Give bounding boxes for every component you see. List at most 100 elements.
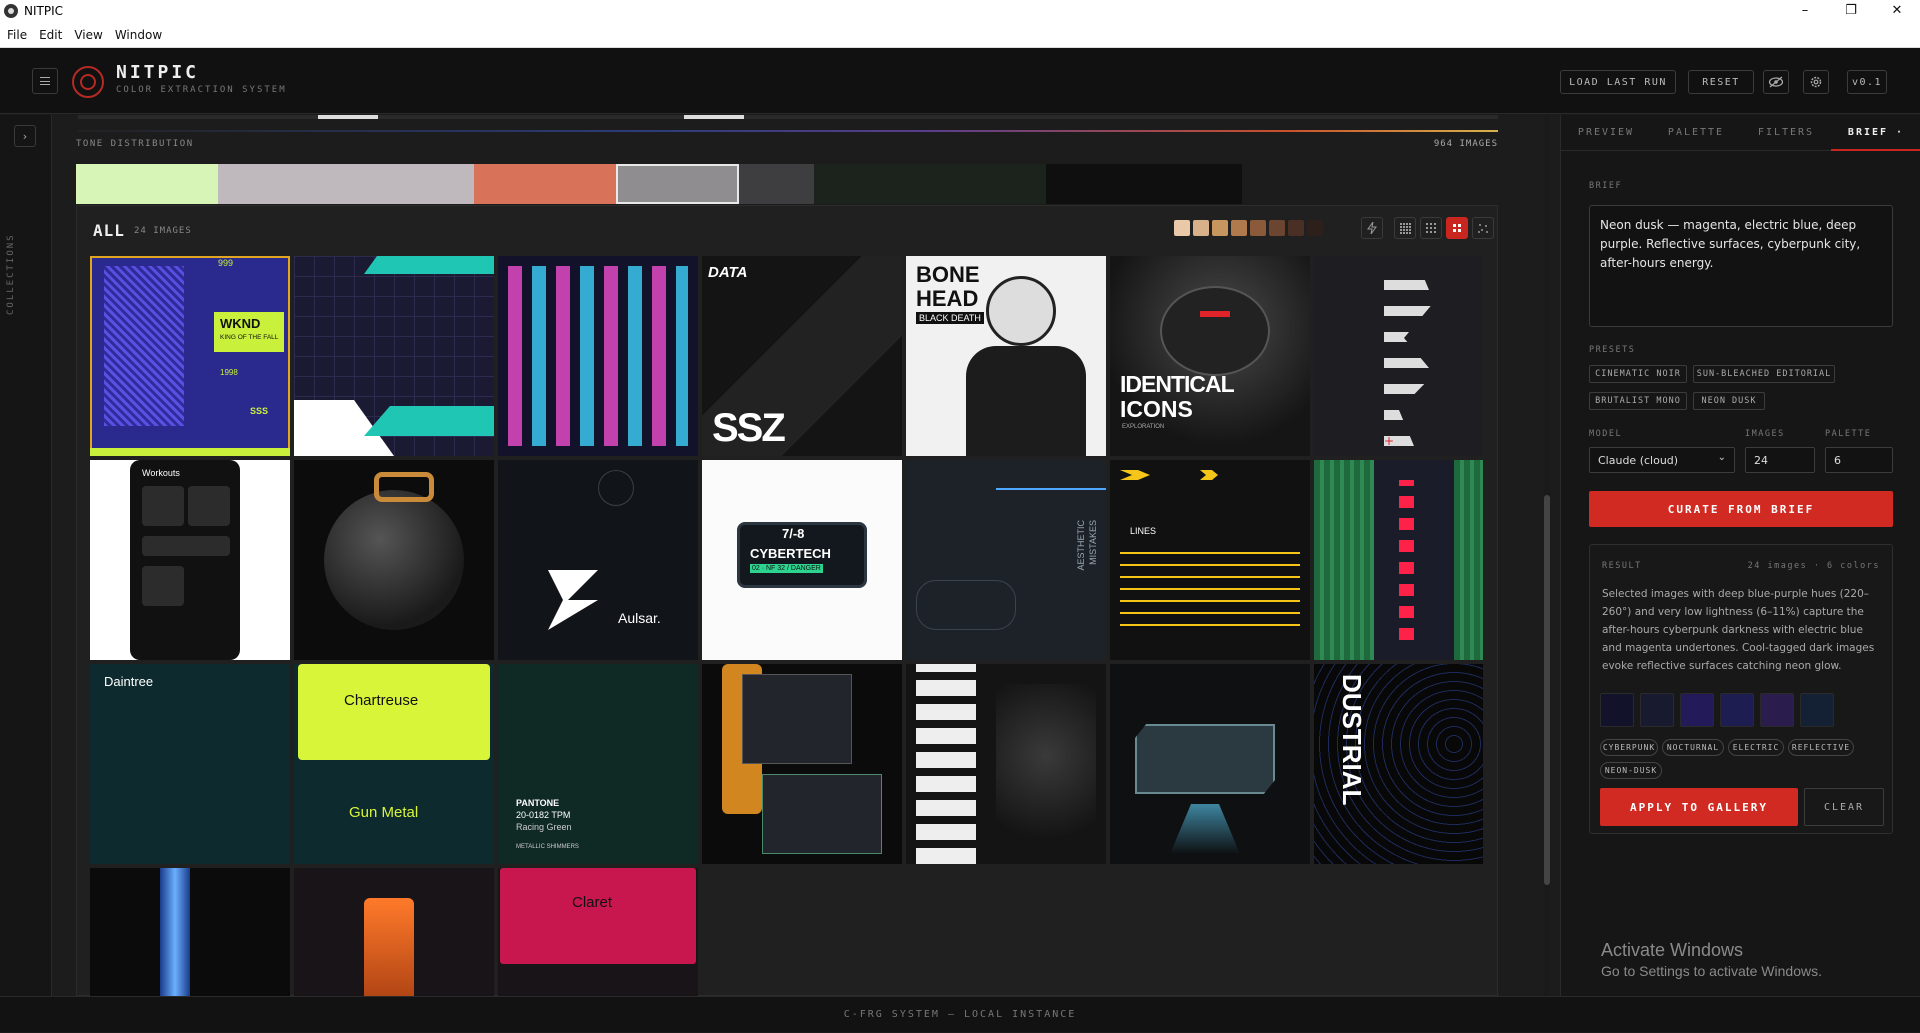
- eye-off-icon[interactable]: [1763, 70, 1789, 94]
- gallery-tile[interactable]: [906, 664, 1106, 864]
- color-swatch[interactable]: [1193, 220, 1209, 236]
- preset-neon-dusk[interactable]: NEON DUSK: [1693, 392, 1765, 410]
- menu-window[interactable]: Window: [115, 28, 162, 42]
- tone-segment[interactable]: [1045, 164, 1242, 204]
- tone-segment[interactable]: [813, 164, 1046, 204]
- tile-text: PANTONE: [516, 798, 560, 808]
- tag-electric[interactable]: ELECTRIC: [1728, 739, 1784, 756]
- reset-button[interactable]: RESET: [1688, 70, 1754, 94]
- preset-cinematic-noir[interactable]: CINEMATIC NOIR: [1589, 365, 1687, 383]
- tile-text: BONE: [916, 262, 980, 287]
- gallery-tile[interactable]: DUSTRIAL: [1314, 664, 1483, 864]
- gallery-tile[interactable]: [294, 460, 494, 660]
- gallery-tile[interactable]: IDENTICAL ICONS EXPLORATION: [1110, 256, 1310, 456]
- tone-segment[interactable]: [218, 164, 475, 204]
- gallery-tile[interactable]: [498, 256, 698, 456]
- collections-label[interactable]: COLLECTIONS: [6, 233, 16, 315]
- expand-rail-button[interactable]: ›: [14, 125, 36, 147]
- preset-sun-bleached-editorial[interactable]: SUN-BLEACHED EDITORIAL: [1693, 365, 1835, 383]
- tab-filters[interactable]: FILTERS: [1741, 115, 1831, 151]
- gallery-tile[interactable]: Chartreuse Gun Metal: [294, 664, 494, 864]
- gallery-tile[interactable]: Daintree: [90, 664, 290, 864]
- result-color-swatch[interactable]: [1600, 693, 1634, 727]
- clear-button[interactable]: CLEAR: [1804, 788, 1884, 826]
- gallery-tile[interactable]: [702, 664, 902, 864]
- presets-label: PRESETS: [1589, 345, 1636, 355]
- tile-text: Racing Green: [516, 822, 572, 832]
- gallery-tile[interactable]: [1314, 460, 1483, 660]
- model-select[interactable]: Claude (cloud) ⌄: [1589, 447, 1735, 473]
- gallery-tile[interactable]: +: [1314, 256, 1483, 456]
- apply-to-gallery-button[interactable]: APPLY TO GALLERY: [1600, 788, 1798, 826]
- gallery-tile[interactable]: Workouts: [90, 460, 290, 660]
- result-color-swatch[interactable]: [1680, 693, 1714, 727]
- tone-segment[interactable]: [738, 164, 814, 204]
- result-color-swatch[interactable]: [1800, 693, 1834, 727]
- gallery-panel: ALL 24 IMAGES 999 WKND KING OF THE FALL: [76, 205, 1498, 996]
- color-swatch[interactable]: [1269, 220, 1285, 236]
- tag-reflective[interactable]: REFLECTIVE: [1788, 739, 1854, 756]
- brief-textarea[interactable]: Neon dusk — magenta, electric blue, deep…: [1589, 205, 1893, 327]
- tone-segment[interactable]: [474, 164, 617, 204]
- curate-from-brief-button[interactable]: CURATE FROM BRIEF: [1589, 491, 1893, 527]
- color-swatch[interactable]: [1288, 220, 1304, 236]
- result-color-swatch[interactable]: [1720, 693, 1754, 727]
- gallery-tile[interactable]: LINES: [1110, 460, 1310, 660]
- gallery-tile[interactable]: [1110, 664, 1310, 864]
- tone-segment[interactable]: [616, 164, 739, 204]
- gallery-tile[interactable]: [294, 868, 494, 996]
- gallery-tile[interactable]: 7/-8 CYBERTECH 02 · NF 32 / DANGER: [702, 460, 902, 660]
- menubar: File Edit View Window: [0, 22, 1920, 48]
- menu-edit[interactable]: Edit: [39, 28, 62, 42]
- gear-icon[interactable]: [1803, 70, 1829, 94]
- gallery-tile[interactable]: PANTONE 20-0182 TPM Racing Green METALLI…: [498, 664, 698, 864]
- bolt-icon[interactable]: [1361, 217, 1383, 239]
- tile-text: WKND: [220, 316, 261, 331]
- gallery-tile[interactable]: AESTHETIC MISTAKES: [906, 460, 1106, 660]
- status-footer: C-FRG SYSTEM — LOCAL INSTANCE: [0, 996, 1920, 1032]
- tile-text: 999: [218, 258, 234, 268]
- maximize-button[interactable]: ❐: [1828, 0, 1874, 22]
- color-swatch[interactable]: [1212, 220, 1228, 236]
- grid-large-icon[interactable]: [1446, 217, 1468, 239]
- grid-dense-icon[interactable]: [1394, 217, 1416, 239]
- grid-medium-icon[interactable]: [1420, 217, 1442, 239]
- tab-preview[interactable]: PREVIEW: [1561, 115, 1651, 151]
- gallery-tile[interactable]: Aulsar.: [498, 460, 698, 660]
- menu-view[interactable]: View: [74, 28, 102, 42]
- tab-brief[interactable]: BRIEF ·: [1831, 115, 1920, 151]
- images-input[interactable]: 24: [1745, 447, 1815, 473]
- gallery-tile[interactable]: [90, 868, 290, 996]
- tile-text: BLACK DEATH: [916, 312, 984, 324]
- version-badge: v0.1: [1847, 70, 1887, 94]
- close-button[interactable]: ✕: [1874, 0, 1920, 22]
- menu-file[interactable]: File: [7, 28, 27, 42]
- tag-cyberpunk[interactable]: CYBERPUNK: [1600, 739, 1658, 756]
- color-swatch[interactable]: [1307, 220, 1323, 236]
- tone-segment[interactable]: [76, 164, 219, 204]
- menu-icon[interactable]: [32, 68, 58, 94]
- tag-nocturnal[interactable]: NOCTURNAL: [1662, 739, 1724, 756]
- result-color-swatch[interactable]: [1640, 693, 1674, 727]
- palette-input[interactable]: 6: [1825, 447, 1893, 473]
- color-swatch[interactable]: [1174, 220, 1190, 236]
- color-swatch[interactable]: [1250, 220, 1266, 236]
- minimize-button[interactable]: –: [1782, 0, 1828, 22]
- gallery-tile[interactable]: Claret: [498, 868, 698, 996]
- main-scrollbar[interactable]: [1544, 115, 1550, 996]
- gallery-tile[interactable]: DATA SSZ: [702, 256, 902, 456]
- gallery-tile[interactable]: 999 WKND KING OF THE FALL 1998 SSS: [90, 256, 290, 456]
- tab-palette[interactable]: PALETTE: [1651, 115, 1741, 151]
- tag-neon-dusk[interactable]: NEON-DUSK: [1600, 762, 1662, 779]
- result-color-swatch[interactable]: [1760, 693, 1794, 727]
- tile-text: IDENTICAL: [1120, 371, 1235, 397]
- result-label: RESULT: [1602, 561, 1642, 571]
- images-label: IMAGES: [1745, 429, 1785, 439]
- gallery-tile[interactable]: BONE HEAD BLACK DEATH: [906, 256, 1106, 456]
- scatter-icon[interactable]: [1472, 217, 1494, 239]
- preset-brutalist-mono[interactable]: BRUTALIST MONO: [1589, 392, 1687, 410]
- load-last-run-button[interactable]: LOAD LAST RUN: [1560, 70, 1676, 94]
- swatch-filter: [1174, 220, 1323, 236]
- color-swatch[interactable]: [1231, 220, 1247, 236]
- gallery-tile[interactable]: [294, 256, 494, 456]
